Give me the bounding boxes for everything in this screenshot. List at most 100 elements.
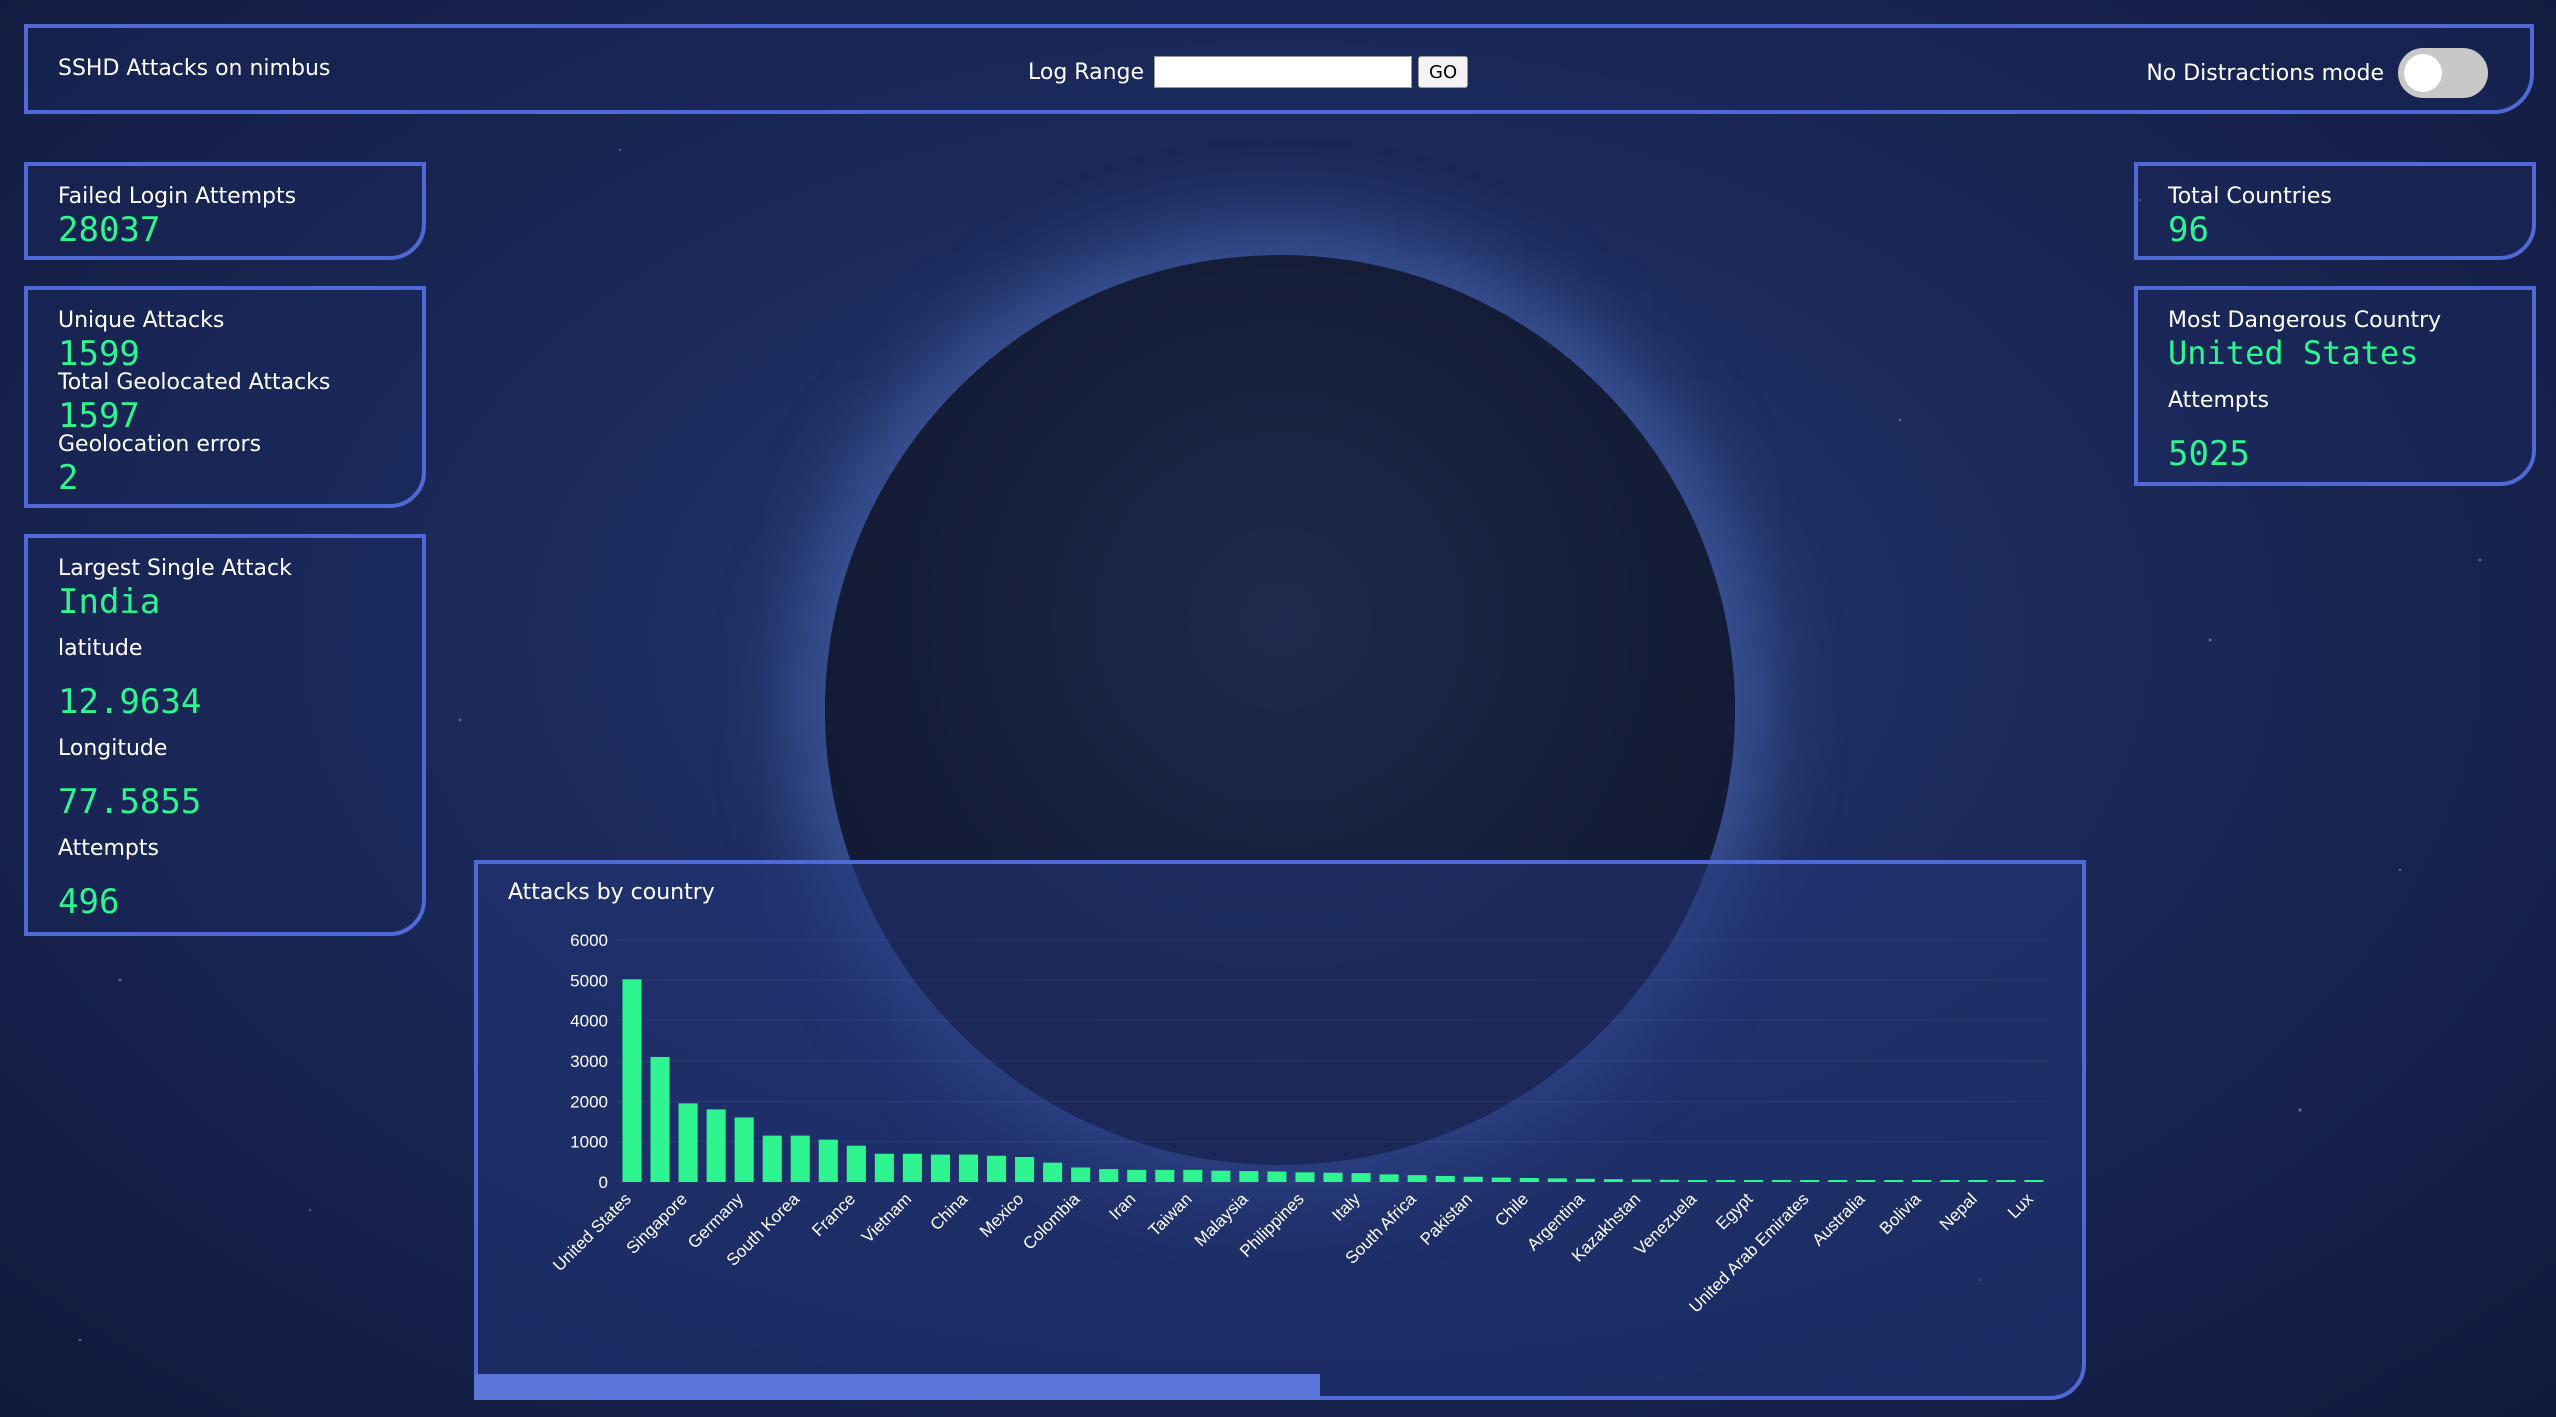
bar-taiwan[interactable]: [1183, 1169, 1203, 1182]
x-tick-label: Nepal: [1936, 1189, 1981, 1234]
bar-iran[interactable]: [1127, 1169, 1147, 1182]
geolocation-errors-value: 2: [58, 458, 79, 498]
bar-vietnam[interactable]: [902, 1153, 922, 1182]
bar-item-49[interactable]: [1996, 1180, 2016, 1182]
x-tick-label: Taiwan: [1145, 1189, 1196, 1240]
bar-united-states[interactable]: [622, 979, 642, 1182]
bar-egypt[interactable]: [1744, 1180, 1764, 1182]
bar-item-21[interactable]: [1211, 1170, 1231, 1182]
x-tick-label: France: [808, 1189, 859, 1240]
unique-attacks-card: Unique Attacks 1599 Total Geolocated Att…: [24, 286, 426, 508]
go-button[interactable]: GO: [1418, 56, 1469, 88]
bar-item-25[interactable]: [1323, 1172, 1343, 1182]
bar-nepal[interactable]: [1968, 1180, 1988, 1182]
y-tick-label: 3000: [570, 1052, 608, 1071]
bar-singapore[interactable]: [678, 1103, 698, 1182]
bar-item-5[interactable]: [762, 1135, 782, 1182]
largest-attack-label: Largest Single Attack: [58, 556, 292, 581]
bar-item-37[interactable]: [1659, 1179, 1680, 1182]
bar-item-13[interactable]: [986, 1155, 1007, 1182]
bar-item-17[interactable]: [1099, 1169, 1119, 1182]
unique-attacks-value: 1599: [58, 334, 140, 374]
bar-pakistan[interactable]: [1463, 1176, 1483, 1182]
x-tick-label: Bolivia: [1876, 1189, 1925, 1238]
y-tick-label: 6000: [570, 931, 608, 950]
no-distractions-label: No Distractions mode: [2146, 60, 2384, 86]
failed-login-label: Failed Login Attempts: [58, 184, 297, 209]
x-tick-label: Colombia: [1019, 1189, 1084, 1254]
bar-philippines[interactable]: [1295, 1172, 1315, 1182]
failed-login-card: Failed Login Attempts 28037: [24, 162, 426, 260]
bar-argentina[interactable]: [1575, 1178, 1595, 1182]
bar-kazakhstan[interactable]: [1631, 1179, 1651, 1182]
longitude-label: Longitude: [58, 736, 168, 761]
bar-chile[interactable]: [1519, 1177, 1539, 1182]
x-tick-label: China: [926, 1189, 971, 1234]
dangerous-attempts-value: 5025: [2168, 434, 2250, 474]
y-tick-label: 0: [599, 1173, 608, 1192]
x-tick-label: Pakistan: [1416, 1189, 1476, 1249]
bar-item-11[interactable]: [930, 1154, 950, 1182]
bar-item-47[interactable]: [1940, 1180, 1960, 1182]
no-distractions-control: No Distractions mode: [2146, 48, 2488, 98]
bar-australia[interactable]: [1856, 1180, 1876, 1182]
bar-venezuela[interactable]: [1687, 1179, 1708, 1182]
most-dangerous-card: Most Dangerous Country United States Att…: [2134, 286, 2536, 486]
toggle-knob: [2404, 54, 2442, 92]
largest-attack-card: Largest Single Attack India latitude 12.…: [24, 534, 426, 936]
bar-item-7[interactable]: [818, 1139, 838, 1182]
total-geolocated-value: 1597: [58, 396, 140, 436]
bar-item-23[interactable]: [1267, 1171, 1287, 1182]
dangerous-attempts-label: Attempts: [2168, 388, 2269, 413]
y-tick-label: 4000: [570, 1012, 608, 1031]
x-tick-label: Lux: [2004, 1189, 2037, 1222]
bar-united-arab-emirates[interactable]: [1800, 1180, 1820, 1182]
bar-chart-svg: 0 1000 2000 3000 4000 5000 6000 United StatesSi…: [549, 931, 2048, 1316]
bar-item-19[interactable]: [1155, 1169, 1175, 1182]
total-geolocated-label: Total Geolocated Attacks: [58, 370, 331, 395]
x-tick-label: Vietnam: [858, 1189, 915, 1246]
bar-item-27[interactable]: [1379, 1174, 1399, 1182]
chart-horizontal-scrollbar[interactable]: [474, 1374, 1320, 1400]
bar-item-15[interactable]: [1043, 1162, 1063, 1182]
bar-item-29[interactable]: [1435, 1175, 1455, 1182]
bar-south-africa[interactable]: [1407, 1175, 1427, 1182]
bar-item-31[interactable]: [1491, 1177, 1511, 1182]
y-tick-label: 2000: [570, 1092, 608, 1111]
total-countries-card: Total Countries 96: [2134, 162, 2536, 260]
log-range-input[interactable]: [1154, 56, 1413, 88]
top-header-bar: SSHD Attacks on nimbus Log Range GO No D…: [24, 24, 2534, 114]
most-dangerous-label: Most Dangerous Country: [2168, 308, 2442, 333]
y-tick-label: 5000: [570, 971, 608, 990]
bar-germany[interactable]: [734, 1117, 754, 1182]
geolocation-errors-label: Geolocation errors: [58, 432, 262, 457]
x-tick-label: Italy: [1328, 1189, 1364, 1225]
attempts-label: Attempts: [58, 836, 159, 861]
bar-item-9[interactable]: [874, 1153, 894, 1182]
bar-item-3[interactable]: [706, 1109, 726, 1182]
bar-item-45[interactable]: [1884, 1180, 1904, 1182]
bar-item-39[interactable]: [1716, 1180, 1736, 1182]
failed-login-value: 28037: [58, 210, 161, 250]
bar-france[interactable]: [846, 1145, 866, 1182]
bar-item-41[interactable]: [1772, 1180, 1792, 1182]
bar-malaysia[interactable]: [1239, 1171, 1259, 1182]
no-distractions-toggle[interactable]: [2398, 48, 2488, 98]
bar-colombia[interactable]: [1071, 1167, 1091, 1182]
bar-item-1[interactable]: [650, 1056, 670, 1182]
bar-china[interactable]: [958, 1154, 979, 1182]
bar-mexico[interactable]: [1015, 1156, 1035, 1182]
bar-south-korea[interactable]: [790, 1135, 810, 1182]
total-countries-label: Total Countries: [2168, 184, 2332, 209]
x-tick-label: Mexico: [976, 1189, 1028, 1241]
bar-italy[interactable]: [1351, 1173, 1371, 1182]
latitude-label: latitude: [58, 636, 143, 661]
bar-item-43[interactable]: [1828, 1180, 1848, 1182]
latitude-value: 12.9634: [58, 682, 202, 722]
bar-item-33[interactable]: [1547, 1178, 1567, 1182]
unique-attacks-label: Unique Attacks: [58, 308, 225, 333]
bar-item-50[interactable]: [2024, 1180, 2044, 1182]
log-range-label: Log Range: [1028, 59, 1145, 85]
bar-bolivia[interactable]: [1912, 1180, 1932, 1182]
bar-item-35[interactable]: [1603, 1179, 1623, 1182]
